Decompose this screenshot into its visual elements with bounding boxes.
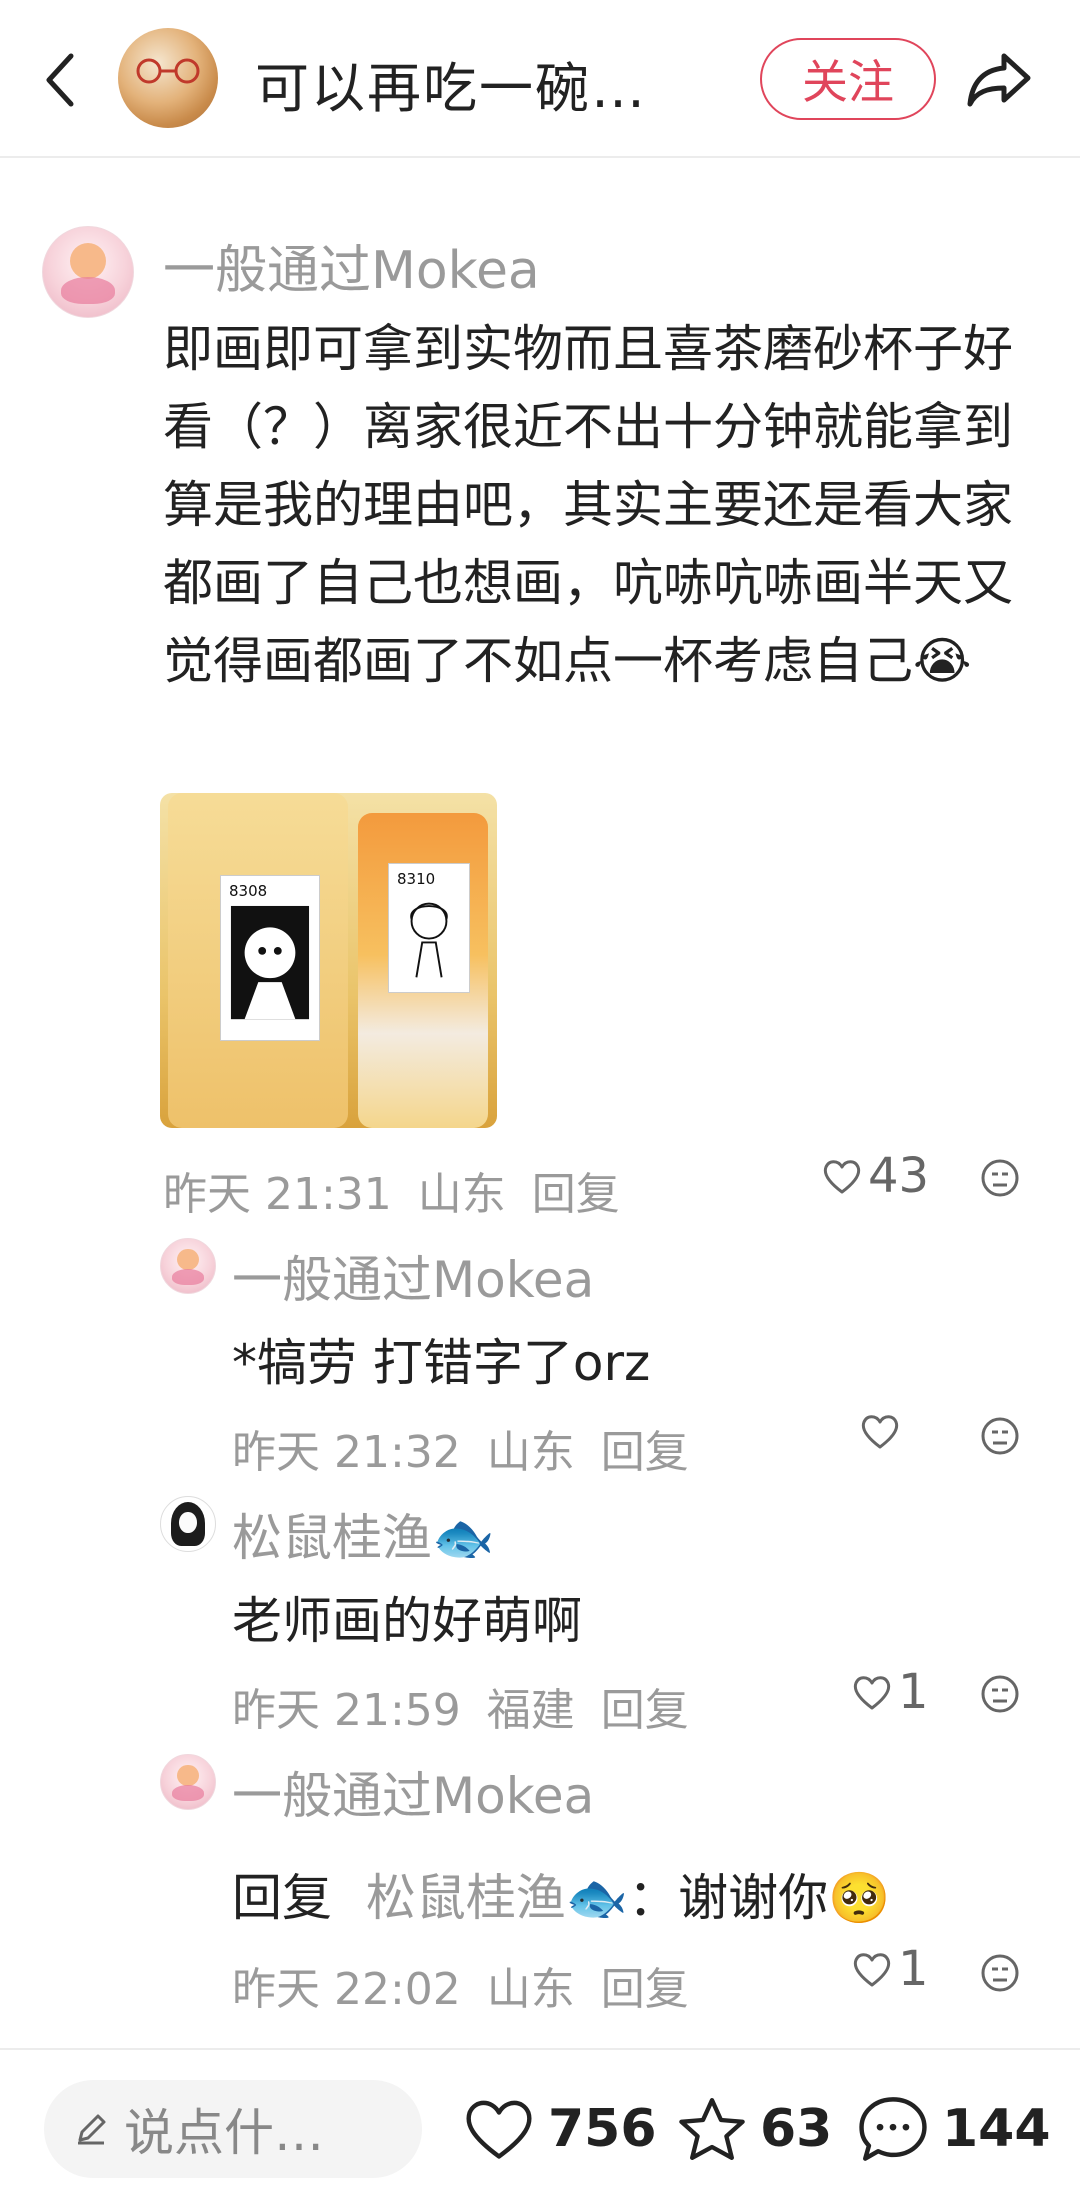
share-button[interactable]	[964, 50, 1034, 110]
reply-link[interactable]: 回复	[601, 1964, 689, 2015]
glasses-decoration	[136, 58, 200, 84]
author-avatar[interactable]	[118, 28, 218, 128]
heart-icon	[853, 1953, 891, 1987]
cup-label-number: 8310	[397, 870, 436, 888]
dislike-icon	[981, 1675, 1019, 1713]
comment-time: 昨天 22:02	[232, 1964, 461, 2015]
share-icon	[967, 53, 1031, 107]
comment-location: 福建	[486, 1685, 575, 1736]
dislike-button[interactable]	[980, 1674, 1020, 1714]
comment-location: 山东	[486, 1964, 575, 2015]
comment-text: 回复 松鼠桂渔🐟：谢谢你🥺	[232, 1858, 890, 1930]
comment-input-placeholder: 说点什…	[124, 2104, 324, 2162]
sketch-drawing	[230, 905, 310, 1020]
author-name[interactable]: 可以再吃一碗…	[255, 44, 695, 123]
heart-icon	[823, 1160, 861, 1194]
like-button[interactable]: 43	[822, 1148, 929, 1204]
cup-label-number: 8308	[229, 882, 268, 900]
avatar[interactable]	[42, 226, 134, 318]
reply-link[interactable]: 回复	[601, 1685, 689, 1736]
reply-to-username[interactable]: 松鼠桂渔🐟	[366, 1869, 628, 1927]
comment-meta: 昨天 21:32 山东 回复	[232, 1416, 715, 1480]
dislike-button[interactable]	[980, 1158, 1020, 1198]
dislike-icon	[981, 1954, 1019, 1992]
comment-location: 山东	[417, 1169, 506, 1220]
comment-username[interactable]: 一般通过Mokea	[163, 228, 540, 303]
avatar[interactable]	[160, 1754, 216, 1810]
like-button[interactable]	[860, 1413, 906, 1449]
reply-separator: ：	[628, 1869, 679, 1927]
comment-bubble-icon	[859, 2097, 927, 2161]
post-like-count: 756	[548, 2099, 657, 2159]
like-count: 43	[868, 1148, 930, 1204]
bottom-action-bar: 说点什… 756 63 144	[0, 2048, 1080, 2205]
reply-link[interactable]: 回复	[601, 1427, 689, 1478]
comment-text: *犒劳 打错字了orz	[232, 1334, 651, 1392]
comment-time: 昨天 21:32	[232, 1427, 461, 1478]
comment-time: 昨天 21:59	[232, 1685, 461, 1736]
sketch-drawing	[410, 902, 448, 978]
comment-location: 山东	[486, 1427, 575, 1478]
cup-label: 8310	[388, 863, 470, 993]
dislike-icon	[981, 1417, 1019, 1455]
comment-time: 昨天 21:31	[163, 1169, 392, 1220]
comment-meta: 昨天 21:59 福建 回复	[232, 1674, 715, 1738]
dislike-icon	[981, 1159, 1019, 1197]
follow-button[interactable]: 关注	[760, 38, 936, 120]
heart-icon	[466, 2100, 532, 2159]
pencil-icon	[78, 2114, 106, 2145]
comment-list[interactable]: 一般通过Mokea 即画即可拿到实物而且喜茶磨砂杯子好看（？）离家很近不出十分钟…	[0, 158, 1080, 2048]
back-button[interactable]	[36, 48, 84, 112]
back-icon	[46, 53, 74, 107]
comment-meta: 昨天 21:31 山东 回复	[163, 1158, 646, 1222]
heart-icon	[861, 1415, 899, 1449]
post-comment-count: 144	[942, 2099, 1051, 2159]
comment-input[interactable]: 说点什…	[44, 2080, 422, 2178]
comment-button[interactable]: 144	[856, 2084, 1051, 2174]
post-favorite-count: 63	[760, 2099, 833, 2159]
reply-link[interactable]: 回复	[532, 1169, 620, 1220]
comment-username[interactable]: 一般通过Mokea	[232, 1756, 594, 1828]
like-count: 1	[898, 1664, 929, 1720]
like-count: 1	[898, 1941, 929, 1997]
star-icon	[679, 2098, 745, 2160]
avatar[interactable]	[160, 1496, 216, 1552]
comment-text: 老师画的好萌啊	[232, 1592, 582, 1650]
heart-icon	[853, 1676, 891, 1710]
like-button[interactable]: 1	[852, 1664, 929, 1720]
comment-text: 即画即可拿到实物而且喜茶磨砂杯子好看（？）离家很近不出十分钟就能拿到算是我的理由…	[163, 320, 1013, 690]
avatar[interactable]	[160, 1238, 216, 1294]
like-post-button[interactable]: 756	[462, 2084, 657, 2174]
like-button[interactable]: 1	[852, 1941, 929, 1997]
reply-prefix: 回复	[232, 1869, 332, 1927]
dislike-button[interactable]	[980, 1416, 1020, 1456]
favorite-button[interactable]: 63	[676, 2084, 832, 2174]
comment-username[interactable]: 一般通过Mokea	[232, 1240, 594, 1312]
reply-text: 谢谢你🥺	[678, 1869, 891, 1927]
comment-username[interactable]: 松鼠桂渔🐟	[232, 1498, 494, 1570]
comment-photo[interactable]: 8308 8310	[160, 793, 497, 1128]
top-bar: 可以再吃一碗… 关注	[0, 0, 1080, 158]
comment-meta: 昨天 22:02 山东 回复	[232, 1953, 715, 2017]
dislike-button[interactable]	[980, 1953, 1020, 1993]
cup-label: 8308	[220, 875, 320, 1041]
